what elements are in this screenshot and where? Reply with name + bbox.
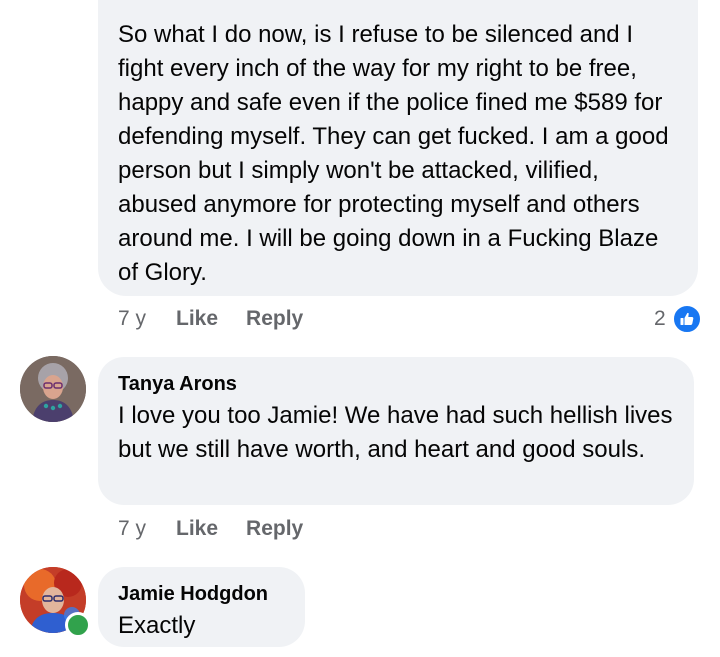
comment-actions: 7 y Like Reply [118,514,303,544]
comment-text: I love you too Jamie! We have had such h… [118,402,673,463]
comment-bubble: Tanya Arons I love you too Jamie! We hav… [98,357,694,505]
comment-text: Exactly [118,612,196,639]
comment-author[interactable]: Tanya Arons [118,371,674,397]
comment-text: So what I do now, is I refuse to be sile… [118,21,669,286]
reply-button[interactable]: Reply [246,307,303,331]
like-button[interactable]: Like [176,517,218,541]
comment-timestamp[interactable]: 7 y [118,517,146,541]
comment-author[interactable]: Jamie Hodgdon [118,581,285,607]
reaction-summary[interactable]: 2 [654,304,702,334]
thumbs-up-icon [671,304,702,334]
online-status-indicator [65,612,91,638]
comment-actions: 7 y Like Reply [118,304,303,334]
comment-bubble: Jamie Hodgdon Exactly [98,567,305,647]
comment-timestamp[interactable]: 7 y [118,307,146,331]
comment-bubble: So what I do now, is I refuse to be sile… [98,0,698,296]
avatar[interactable] [20,356,86,422]
like-button[interactable]: Like [176,307,218,331]
reaction-count: 2 [654,307,666,330]
reply-button[interactable]: Reply [246,517,303,541]
